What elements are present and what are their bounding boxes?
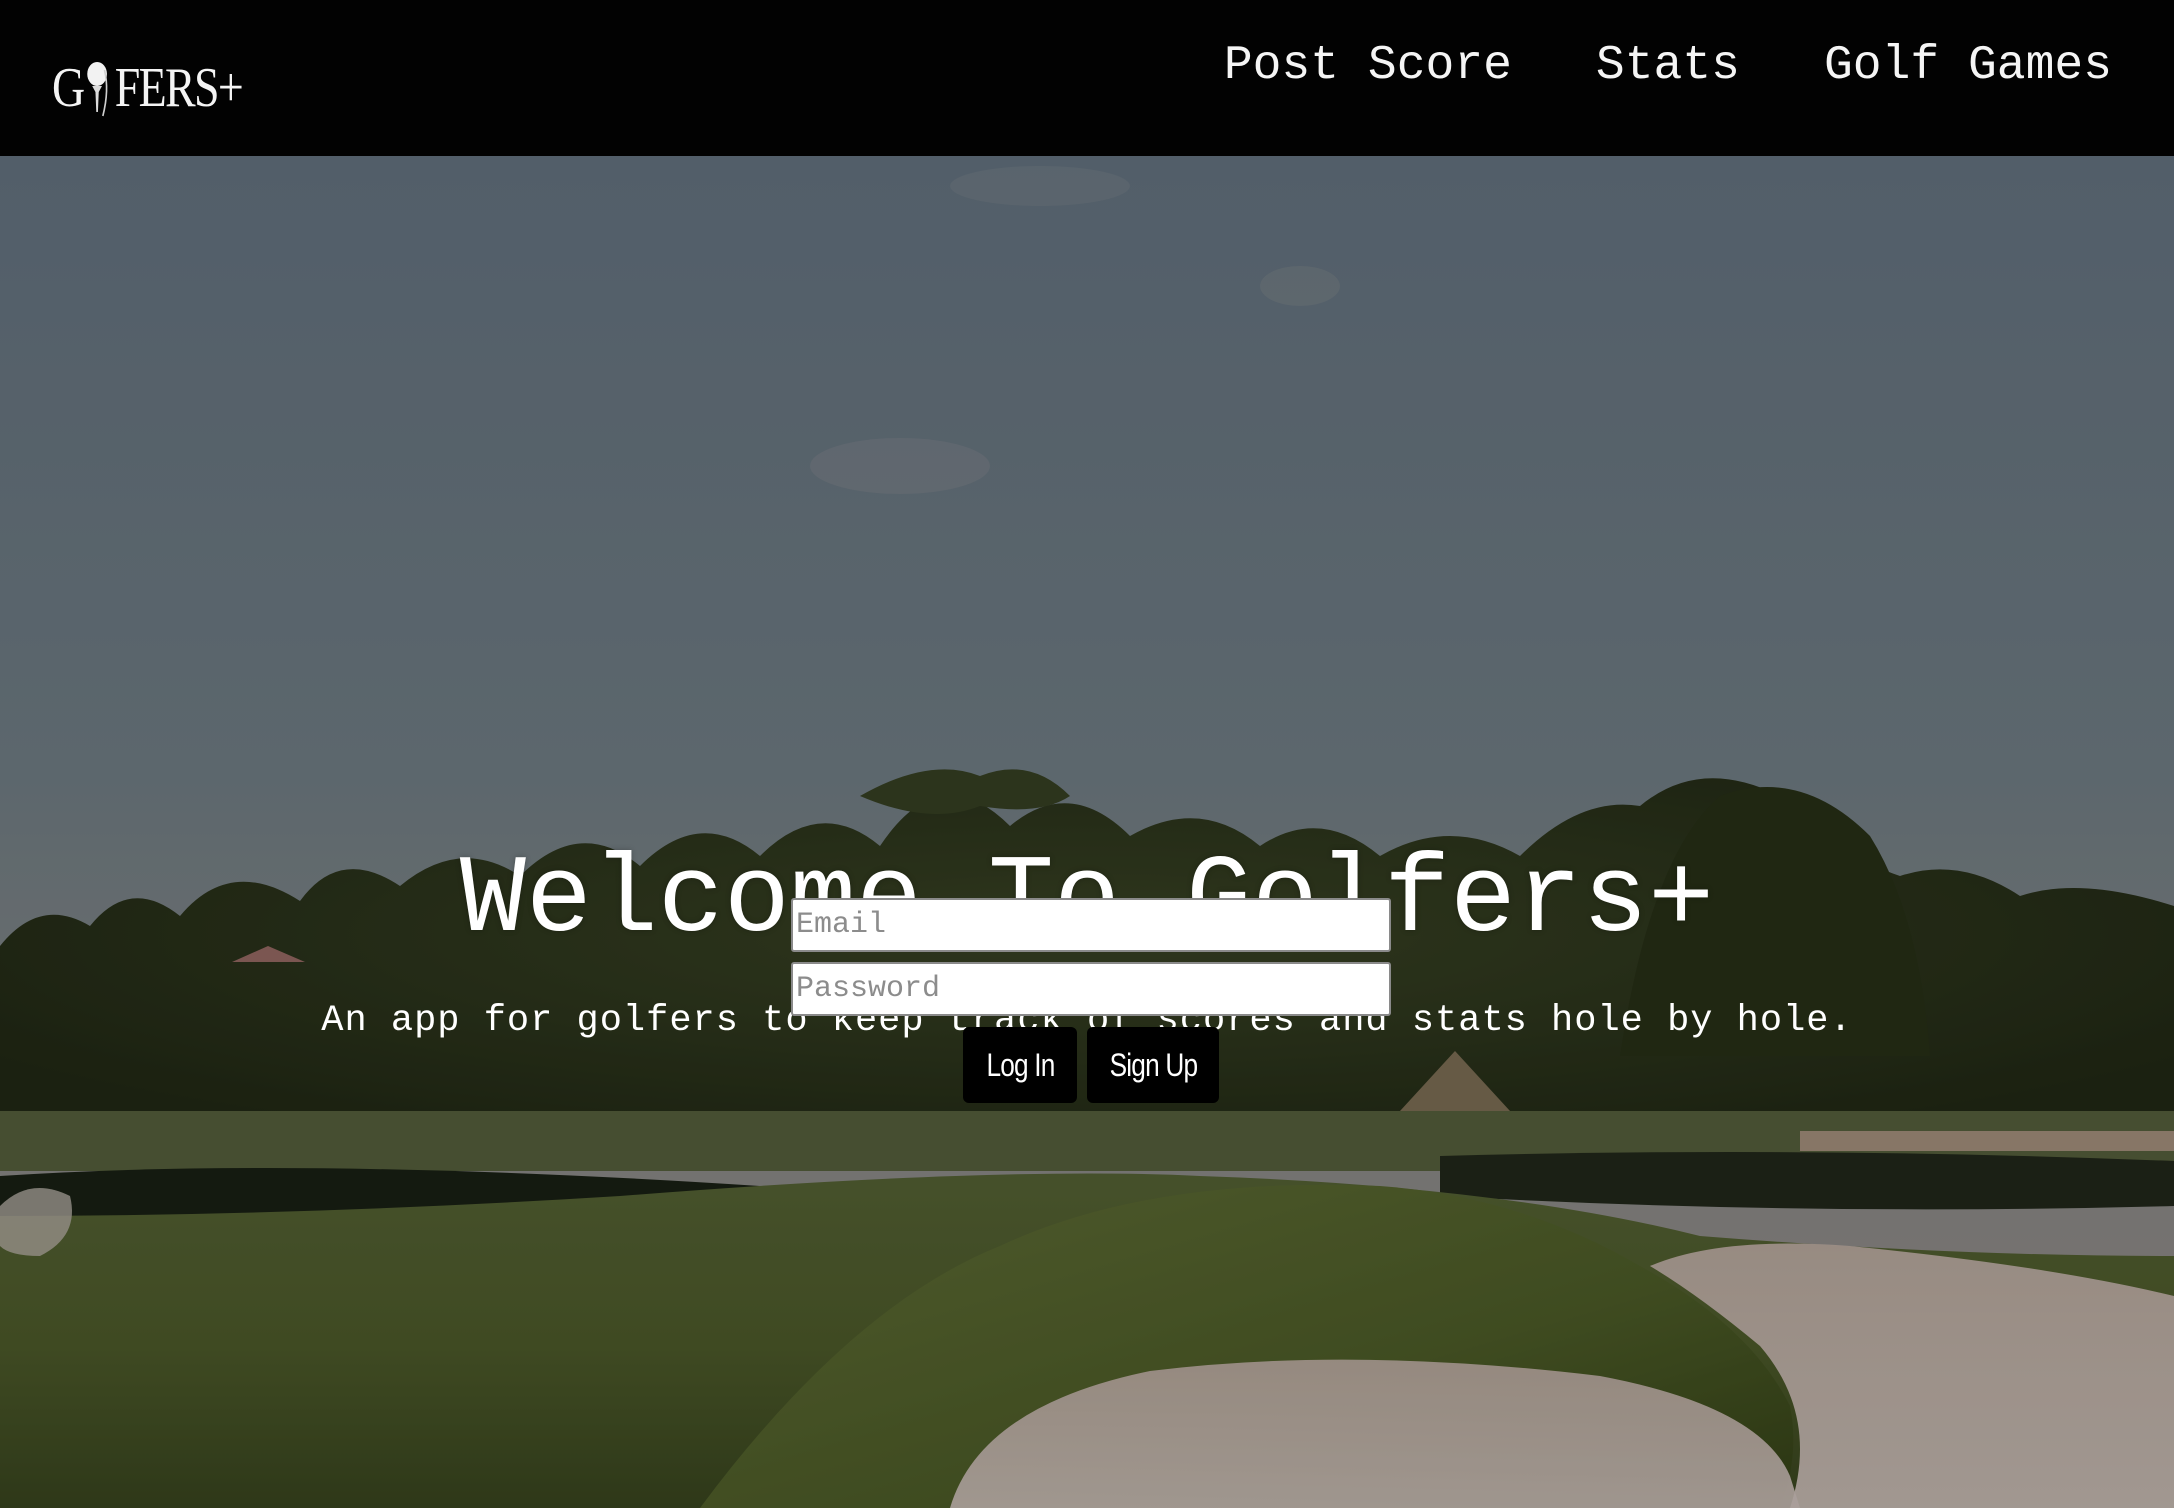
login-form [791,898,1391,1026]
nav-link-stats[interactable]: Stats [1596,38,1740,94]
logo-text-right: FERS+ [114,57,244,119]
logo-text-left: G [52,57,85,119]
golf-ball-tee-icon [85,58,115,117]
password-input[interactable] [791,962,1391,1016]
navbar: G FERS+ Post Score Stats Golf Games [0,0,2174,156]
hero-dark-overlay [0,156,2174,1508]
auth-buttons: Log In Sign Up [963,1027,1219,1103]
logo[interactable]: G FERS+ [52,46,244,119]
hero-section: Welcome To Golfers+ An app for golfers t… [0,156,2174,1508]
login-button-label: Log In [985,1047,1055,1083]
signup-button[interactable]: Sign Up [1087,1027,1219,1103]
nav-links: Post Score Stats Golf Games [1224,38,2112,94]
nav-link-post-score[interactable]: Post Score [1224,38,1512,94]
signup-button-label: Sign Up [1109,1047,1197,1083]
email-input[interactable] [791,898,1391,952]
nav-link-golf-games[interactable]: Golf Games [1824,38,2112,94]
login-button[interactable]: Log In [963,1027,1077,1103]
